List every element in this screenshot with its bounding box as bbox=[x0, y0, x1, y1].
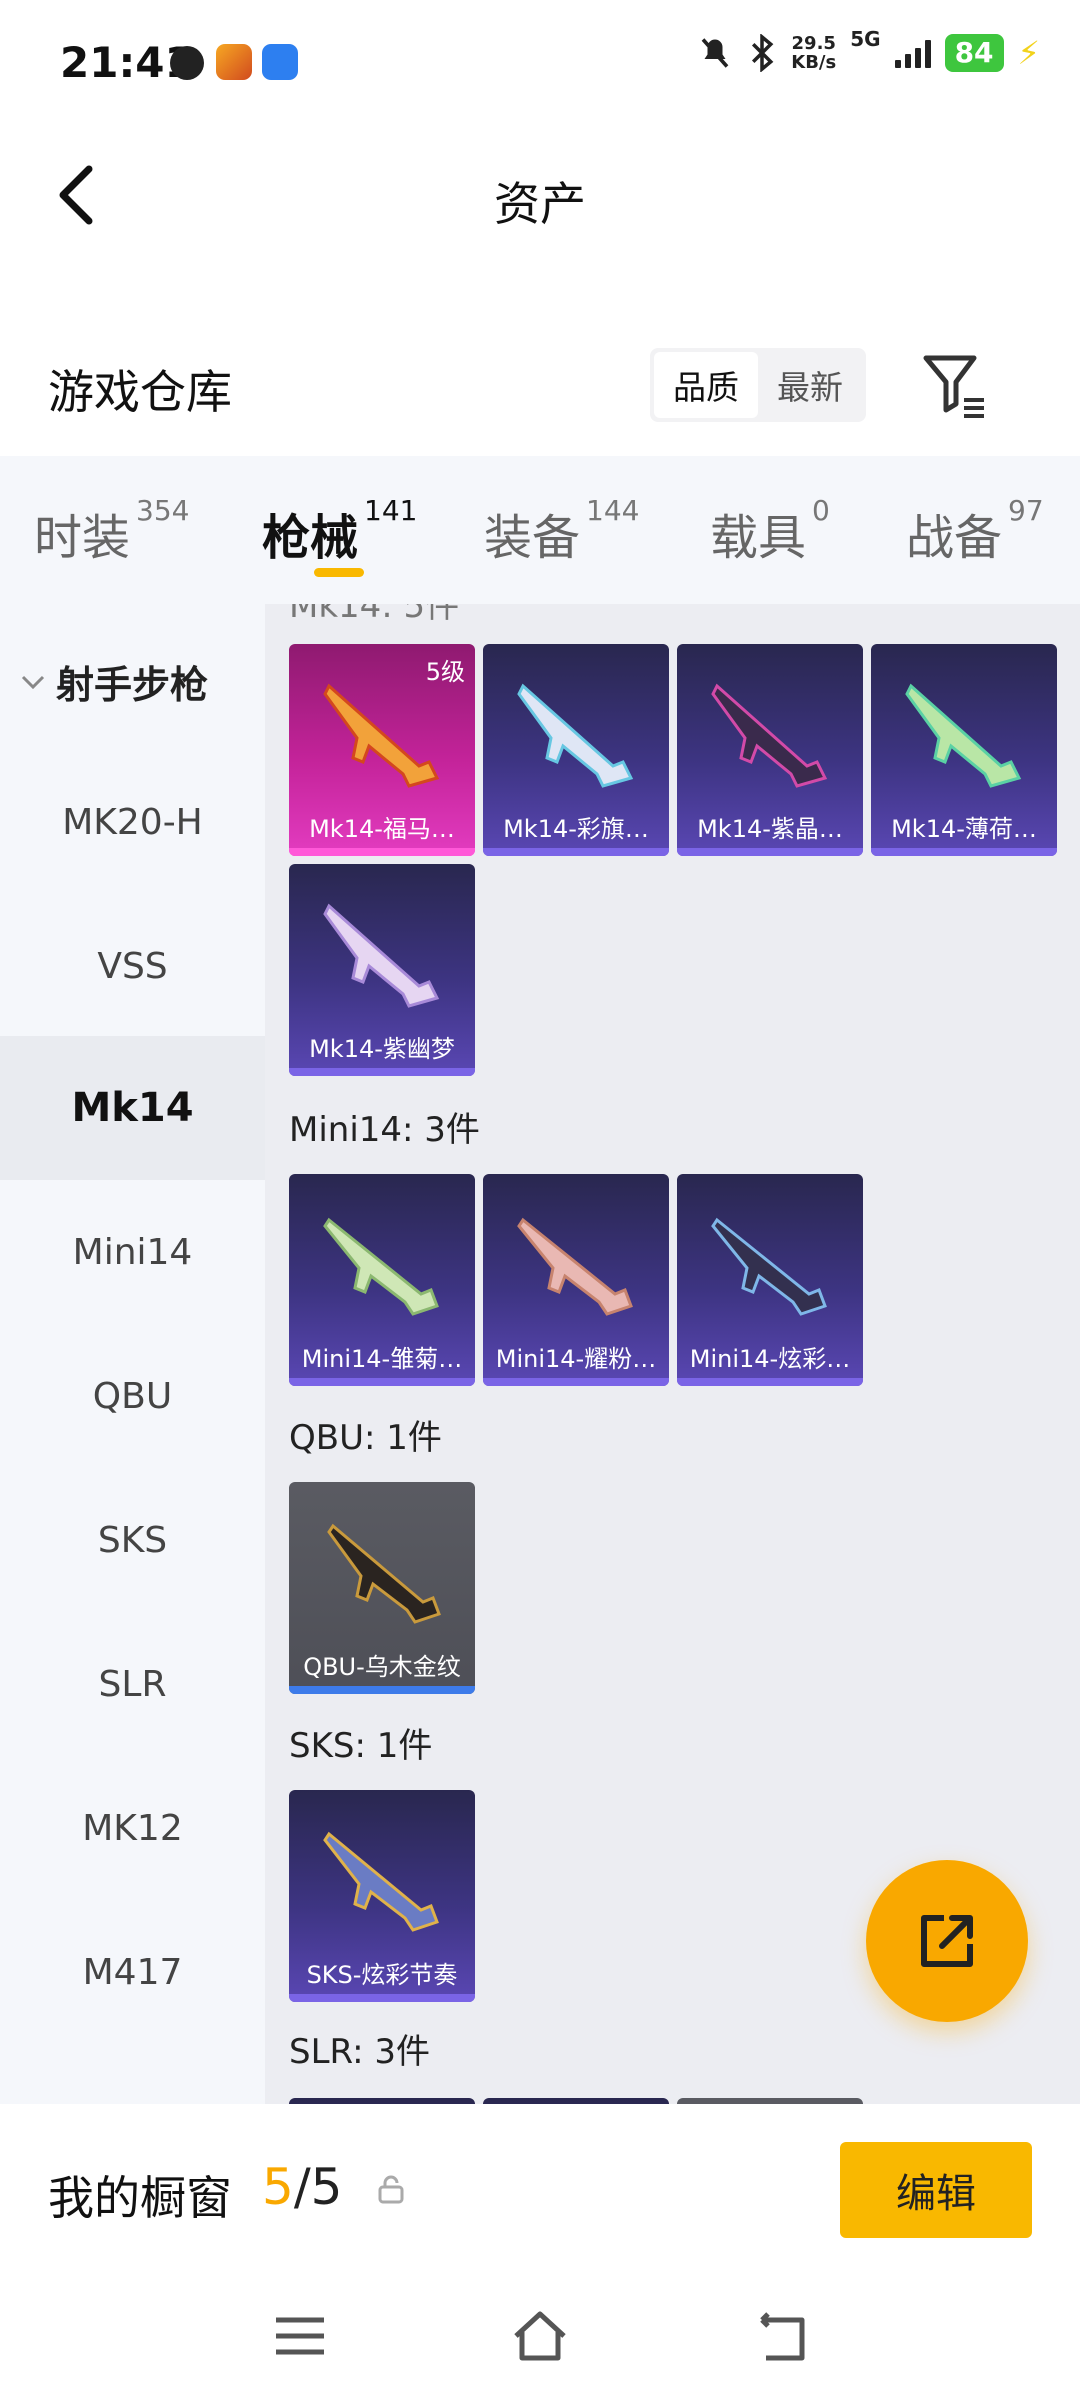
weapon-name: SKS-炫彩节奏 bbox=[306, 1961, 458, 1989]
weapon-name: QBU-乌木金纹 bbox=[303, 1653, 461, 1681]
rifle-icon bbox=[517, 1217, 633, 1316]
sidebar-item-vss[interactable]: VSS bbox=[0, 894, 265, 1038]
network-type: 5G bbox=[850, 27, 881, 51]
weapon-card[interactable]: Mini14-耀粉… bbox=[483, 1174, 669, 1386]
rifle-icon bbox=[517, 683, 634, 788]
section-title-mini14: Mini14: 3件 bbox=[289, 1110, 480, 1150]
tab-equipment[interactable]: 装备 144 bbox=[484, 494, 639, 568]
charging-icon: ⚡ bbox=[1017, 34, 1040, 72]
bluetooth-icon bbox=[752, 34, 774, 72]
weapon-card[interactable]: Mk14-薄荷… bbox=[871, 644, 1057, 856]
app-notification-icon bbox=[170, 46, 204, 80]
tab-supplies[interactable]: 战备 97 bbox=[906, 494, 1044, 568]
sidebar-item-sks[interactable]: SKS bbox=[0, 1468, 265, 1612]
section-title-qbu: QBU: 1件 bbox=[289, 1418, 442, 1458]
mute-icon bbox=[701, 38, 729, 68]
edit-button[interactable]: 编辑 bbox=[840, 2142, 1032, 2238]
share-fab-button[interactable] bbox=[866, 1860, 1028, 2022]
signal-icon bbox=[894, 38, 931, 68]
rifle-icon bbox=[711, 683, 828, 788]
weapon-type-sidebar: 射手步枪 MK20-H VSS Mk14 Mini14 QBU SKS SLR … bbox=[0, 604, 265, 2104]
rarity-bar bbox=[483, 1378, 669, 1386]
share-external-icon bbox=[921, 1915, 973, 1967]
tab-guns[interactable]: 枪械 141 bbox=[262, 494, 417, 568]
rarity-bar bbox=[677, 848, 863, 856]
sidebar-item-slr[interactable]: SLR bbox=[0, 1612, 265, 1756]
rarity-bar bbox=[677, 1378, 863, 1386]
rifle-icon bbox=[905, 683, 1022, 788]
weapon-card[interactable]: Mini14-炫彩… bbox=[677, 1174, 863, 1386]
sidebar-group-marksman[interactable]: 射手步枪 bbox=[20, 654, 208, 709]
sidebar-item-mini14[interactable]: Mini14 bbox=[0, 1180, 265, 1324]
section-title-sks: SKS: 1件 bbox=[289, 1726, 433, 1766]
game-app-icon bbox=[216, 44, 252, 80]
sidebar-item-qbu[interactable]: QBU bbox=[0, 1324, 265, 1468]
rifle-icon bbox=[323, 1831, 439, 1932]
tab-fashion[interactable]: 时装 354 bbox=[34, 494, 189, 568]
warehouse-title: 游戏仓库 bbox=[48, 365, 232, 419]
showcase-label: 我的橱窗 bbox=[48, 2171, 232, 2225]
rarity-bar bbox=[289, 848, 475, 856]
weapon-name: Mk14-彩旗… bbox=[503, 815, 649, 843]
rarity-bar bbox=[289, 1068, 475, 1076]
lock-icon bbox=[378, 2175, 404, 2204]
sidebar-item-mk20h[interactable]: MK20-H bbox=[0, 750, 265, 894]
weapon-card[interactable]: Mk14-紫幽梦 bbox=[289, 864, 475, 1076]
tab-vehicles[interactable]: 载具 0 bbox=[710, 494, 830, 568]
battery-level: 84 bbox=[944, 34, 1004, 72]
weapon-card[interactable]: Mini14-雏菊… bbox=[289, 1174, 475, 1386]
rarity-bar bbox=[289, 1994, 475, 2002]
showcase-bar: 我的橱窗 5/5 编辑 bbox=[0, 2104, 1080, 2400]
section-title-slr: SLR: 3件 bbox=[289, 2032, 430, 2072]
filter-list-icon bbox=[923, 355, 984, 418]
sidebar-item-m417[interactable]: M417 bbox=[0, 1900, 265, 2044]
rifle-icon bbox=[323, 903, 440, 1008]
sidebar-item-mk14[interactable]: Mk14 bbox=[0, 1036, 265, 1180]
weapon-name: Mk14-紫晶… bbox=[697, 815, 843, 843]
category-tabs: 时装 354 枪械 141 装备 144 载具 0 战备 97 bbox=[0, 456, 1080, 604]
weapon-name: Mk14-福马… bbox=[309, 815, 455, 843]
weapon-card[interactable]: Mk14-紫晶… bbox=[677, 644, 863, 856]
filter-button[interactable] bbox=[920, 350, 990, 420]
network-speed: 29.5 KB/s bbox=[791, 33, 837, 73]
rarity-bar bbox=[871, 848, 1057, 856]
rifle-icon bbox=[327, 1523, 441, 1624]
weapon-name: Mini14-雏菊… bbox=[301, 1345, 463, 1373]
sidebar-item-mk12[interactable]: MK12 bbox=[0, 1756, 265, 1900]
weapon-card[interactable]: Mk14-彩旗… bbox=[483, 644, 669, 856]
weapon-name: Mini14-炫彩… bbox=[689, 1345, 851, 1373]
page-title: 资产 bbox=[494, 177, 586, 231]
weapon-card[interactable]: QBU-乌木金纹 bbox=[289, 1482, 475, 1694]
home-icon[interactable] bbox=[510, 2306, 570, 2366]
chevron-down-icon bbox=[21, 675, 45, 689]
level-badge: 5级 bbox=[425, 658, 465, 686]
section-title-mk14: Mk14: 5件 bbox=[289, 604, 460, 626]
sort-quality-option[interactable]: 品质 bbox=[654, 352, 758, 418]
hotspot-icon bbox=[262, 44, 298, 80]
rifle-icon bbox=[323, 1217, 439, 1316]
sort-newest-option[interactable]: 最新 bbox=[758, 352, 862, 418]
status-bar: 21:41 29.5 KB/s 5G 84 ⚡ bbox=[0, 0, 1080, 130]
weapon-card[interactable]: SKS-炫彩节奏 bbox=[289, 1790, 475, 2002]
weapon-name: Mini14-耀粉… bbox=[495, 1345, 657, 1373]
rifle-icon bbox=[711, 1217, 827, 1316]
weapon-name: Mk14-紫幽梦 bbox=[309, 1035, 455, 1063]
sort-toggle: 品质 最新 bbox=[650, 348, 866, 422]
rarity-bar bbox=[289, 1378, 475, 1386]
back-icon[interactable] bbox=[752, 2306, 812, 2366]
active-tab-indicator bbox=[314, 568, 364, 577]
showcase-count: 5/5 bbox=[262, 2158, 343, 2216]
weapon-name: Mk14-薄荷… bbox=[891, 815, 1037, 843]
menu-icon[interactable] bbox=[270, 2306, 330, 2366]
rarity-bar bbox=[483, 848, 669, 856]
weapon-card[interactable]: 5级 Mk14-福马… bbox=[289, 644, 475, 856]
rarity-bar bbox=[289, 1686, 475, 1694]
